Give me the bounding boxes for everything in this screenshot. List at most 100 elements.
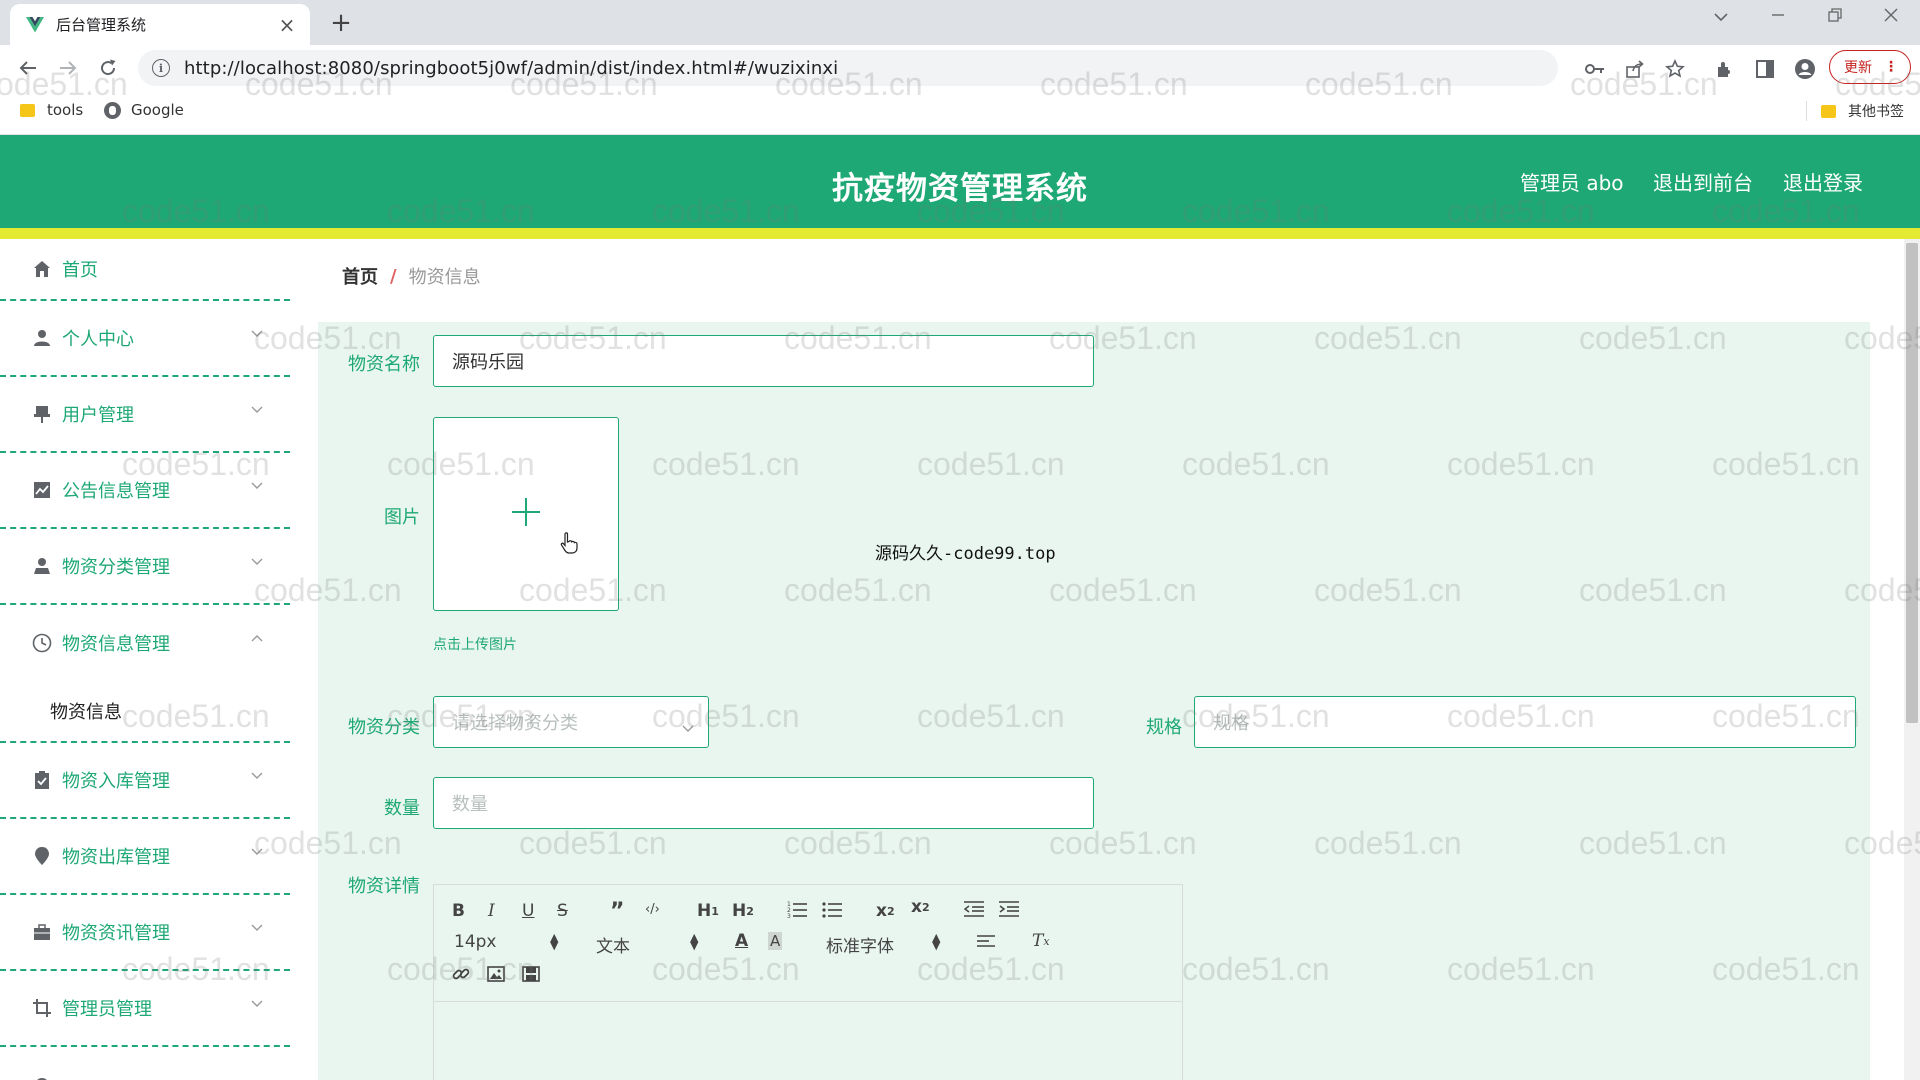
font-size-select[interactable]: 14px	[454, 932, 496, 952]
profile-avatar-icon[interactable]	[1794, 58, 1816, 80]
spec-input[interactable]: 规格	[1194, 696, 1856, 748]
font-family-select[interactable]: 标准字体	[826, 932, 894, 957]
tab-close-icon[interactable]: ×	[276, 13, 298, 37]
heading1-icon[interactable]: H1	[697, 901, 719, 921]
category-label: 物资分类	[348, 717, 420, 738]
font-color-icon[interactable]: A	[735, 931, 748, 951]
blockquote-icon[interactable]: ”	[610, 899, 624, 924]
globe-icon	[104, 101, 121, 119]
new-tab-icon[interactable]: +	[326, 8, 356, 38]
breadcrumb-home[interactable]: 首页	[342, 263, 378, 289]
indent-icon[interactable]	[999, 900, 1019, 918]
app-title: 抗疫物资管理系统	[832, 171, 1088, 207]
superscript-icon[interactable]: x2	[911, 897, 930, 917]
category-select[interactable]: 请选择物资分类	[433, 696, 709, 748]
sidebar-subitem-label: 物资信息	[50, 702, 122, 723]
background-color-icon[interactable]: A	[768, 932, 783, 950]
tab-title: 后台管理系统	[56, 16, 147, 34]
forward-icon[interactable]	[54, 54, 82, 82]
sidebar-item-personal-center[interactable]: 个人中心	[0, 301, 290, 377]
update-button[interactable]: 更新 ⋮	[1829, 50, 1911, 84]
logout-link[interactable]: 退出登录	[1783, 167, 1863, 196]
updown-caret-icon: ▲ ▼	[690, 931, 699, 952]
pushpin-icon	[32, 404, 52, 424]
tab-search-icon[interactable]	[1706, 6, 1736, 27]
bookmark-label: tools	[47, 101, 84, 119]
page-scrollbar[interactable]	[1904, 239, 1920, 1080]
image-upload-box[interactable]	[433, 417, 619, 611]
pin-icon	[32, 846, 52, 866]
minimize-icon[interactable]	[1763, 6, 1793, 27]
video-icon[interactable]	[522, 966, 540, 982]
sidebar-item-supply-info-management[interactable]: 物资信息管理	[0, 605, 290, 681]
italic-icon[interactable]: I	[488, 901, 495, 921]
side-panel-icon[interactable]	[1754, 58, 1776, 80]
restore-icon[interactable]	[1820, 6, 1850, 27]
bookmark-google[interactable]: Google	[104, 101, 184, 119]
sidebar-item-home[interactable]: 首页	[0, 239, 290, 301]
sidebar-subitem-supply-info[interactable]: 物资信息	[0, 681, 290, 743]
block-format-select[interactable]: 文本	[596, 932, 630, 957]
image-icon[interactable]	[487, 966, 505, 982]
other-bookmarks[interactable]: 其他书签	[1806, 101, 1904, 121]
close-window-icon[interactable]	[1876, 6, 1906, 27]
sidebar-item-label: 首页	[62, 260, 98, 281]
name-input[interactable]: 源码乐园	[433, 335, 1094, 387]
breadcrumb: 首页 / 物资信息	[318, 244, 1870, 308]
underline-icon[interactable]: U	[522, 901, 534, 921]
ordered-list-icon[interactable]: 123	[787, 900, 807, 918]
name-label: 物资名称	[348, 354, 420, 375]
sidebar-item-inbound-management[interactable]: 物资入库管理	[0, 743, 290, 819]
browser-tab[interactable]: 后台管理系统 ×	[10, 4, 310, 45]
header-accent-bar	[0, 228, 1920, 239]
exit-to-front-link[interactable]: 退出到前台	[1653, 167, 1753, 196]
clock-icon	[32, 633, 52, 653]
spec-label: 规格	[1146, 717, 1182, 738]
subscript-icon[interactable]: x2	[876, 901, 895, 921]
admin-user-label: 管理员 abo	[1520, 171, 1624, 195]
sidebar-item-category-management[interactable]: 物资分类管理	[0, 529, 290, 605]
clear-format-icon[interactable]: Tx	[1032, 931, 1050, 951]
bookmark-star-icon[interactable]	[1664, 58, 1686, 80]
sidebar-item-news-management[interactable]: 物资资讯管理	[0, 895, 290, 971]
breadcrumb-separator: /	[390, 265, 397, 287]
url-text: http://localhost:8080/springboot5j0wf/ad…	[184, 57, 839, 79]
category-placeholder: 请选择物资分类	[452, 713, 578, 734]
bullet-list-icon[interactable]	[822, 900, 842, 918]
address-bar: i http://localhost:8080/springboot5j0wf/…	[0, 45, 1920, 91]
sidebar-item-partial[interactable]	[0, 1047, 290, 1080]
home-icon	[32, 259, 52, 279]
share-icon[interactable]	[1624, 58, 1646, 80]
menu-dots-icon[interactable]: ⋮	[1884, 59, 1898, 75]
sidebar-item-admin-management[interactable]: 管理员管理	[0, 971, 290, 1047]
chevron-down-icon	[250, 769, 264, 783]
update-label: 更新	[1844, 60, 1872, 76]
reload-icon[interactable]	[94, 54, 122, 82]
qty-input[interactable]: 数量	[433, 777, 1094, 829]
sidebar-item-user-management[interactable]: 用户管理	[0, 377, 290, 453]
bookmarks-bar: tools Google 其他书签	[0, 91, 1920, 135]
sidebar: 首页 个人中心 用户管理 公告信息管理 物资分类管理 物资信息管理 物资信息 物…	[0, 239, 290, 1080]
upload-hint: 点击上传图片	[433, 637, 517, 653]
align-icon[interactable]	[977, 933, 995, 949]
url-field[interactable]: i http://localhost:8080/springboot5j0wf/…	[138, 50, 1558, 86]
person-icon	[32, 556, 52, 576]
sidebar-item-notice-management[interactable]: 公告信息管理	[0, 453, 290, 529]
outdent-icon[interactable]	[964, 900, 984, 918]
heading2-icon[interactable]: H2	[732, 901, 754, 921]
bookmark-label: Google	[131, 101, 184, 119]
browser-tab-bar: 后台管理系统 × +	[0, 0, 1920, 45]
key-icon[interactable]	[1584, 58, 1606, 80]
bold-icon[interactable]: B	[452, 901, 465, 921]
link-icon[interactable]	[452, 965, 470, 983]
sidebar-item-outbound-management[interactable]: 物资出库管理	[0, 819, 290, 895]
code-icon[interactable]: ‹/›	[645, 902, 660, 917]
chevron-down-icon	[250, 997, 264, 1011]
site-info-icon[interactable]: i	[152, 59, 170, 77]
extensions-icon[interactable]	[1714, 58, 1736, 80]
bookmark-tools[interactable]: tools	[20, 101, 83, 119]
briefcase-icon	[32, 922, 52, 942]
scroll-thumb[interactable]	[1906, 243, 1918, 723]
back-icon[interactable]	[14, 54, 42, 82]
strikethrough-icon[interactable]: S	[557, 901, 568, 921]
